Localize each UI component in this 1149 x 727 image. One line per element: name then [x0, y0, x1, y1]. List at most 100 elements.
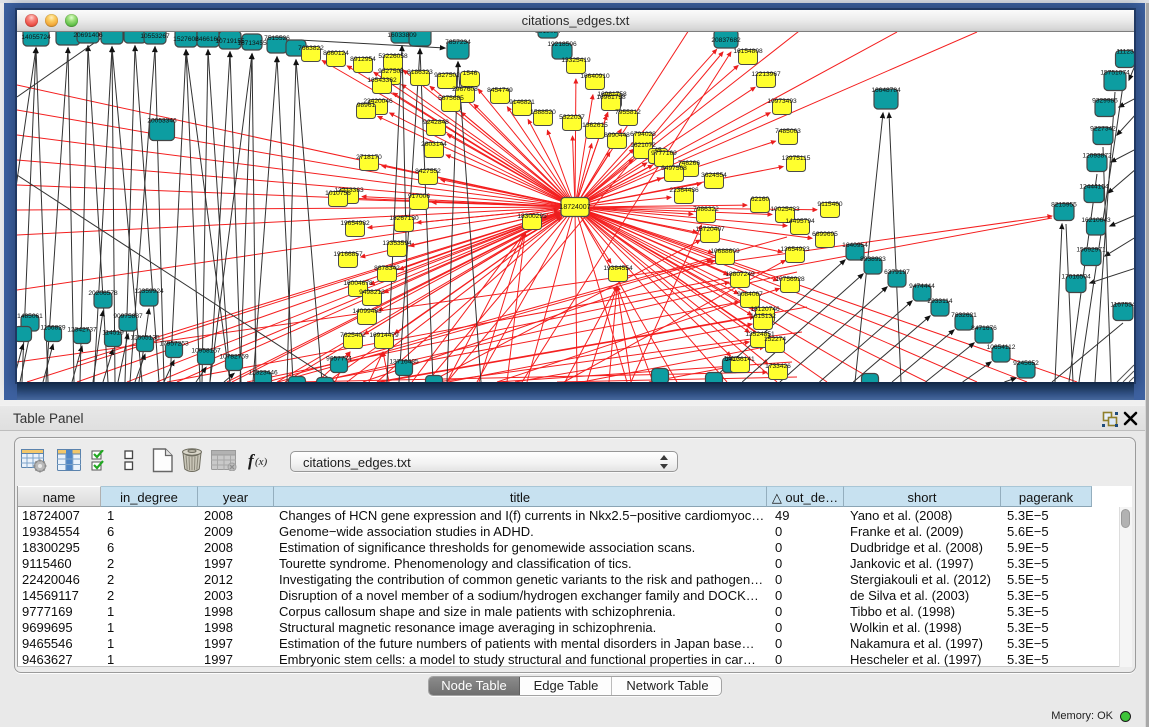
svg-text:19384554: 19384554 [603, 265, 633, 272]
svg-text:19166857: 19166857 [333, 251, 363, 258]
svg-text:53226058: 53226058 [378, 53, 408, 60]
svg-text:14495794: 14495794 [785, 218, 815, 225]
svg-text:5875685: 5875685 [438, 95, 464, 102]
svg-text:13716485: 13716485 [389, 359, 419, 366]
svg-text:10973493: 10973493 [767, 98, 797, 105]
svg-text:20837682: 20837682 [711, 37, 741, 44]
svg-text:114519: 114519 [102, 330, 124, 337]
svg-text:12359924: 12359924 [134, 288, 164, 295]
svg-text:13353594: 13353594 [382, 240, 412, 247]
svg-text:9327503: 9327503 [378, 68, 404, 75]
svg-text:1621072: 1621072 [630, 142, 656, 149]
svg-text:13325419: 13325419 [561, 57, 591, 64]
svg-text:18724007: 18724007 [559, 204, 590, 211]
svg-text:10688609: 10688609 [710, 248, 740, 255]
svg-text:7663822: 7663822 [298, 45, 324, 52]
svg-text:8990448: 8990448 [604, 132, 630, 139]
svg-text:20053346: 20053346 [147, 118, 177, 125]
svg-text:9084067: 9084067 [737, 291, 763, 298]
svg-text:9245652: 9245652 [1013, 360, 1039, 367]
svg-text:12093872: 12093872 [1082, 153, 1112, 160]
svg-text:16961758: 16961758 [596, 94, 626, 101]
svg-text:(x): (x) [255, 456, 268, 468]
svg-text:7625402: 7625402 [340, 332, 366, 339]
svg-text:16543362: 16543362 [367, 77, 397, 84]
svg-text:8938923: 8938923 [860, 256, 886, 263]
svg-text:9115460: 9115460 [817, 201, 843, 208]
svg-text:16713455: 16713455 [237, 40, 267, 47]
svg-text:1485061: 1485061 [17, 313, 43, 320]
svg-text:8471676: 8471676 [971, 325, 997, 332]
svg-text:16648784: 16648784 [871, 87, 901, 94]
svg-text:90975887: 90975887 [113, 313, 143, 320]
svg-text:917006: 917006 [408, 193, 430, 200]
svg-text:20691406: 20691406 [73, 32, 103, 39]
svg-text:16004678: 16004678 [343, 280, 373, 287]
svg-text:1615132: 1615132 [750, 313, 776, 320]
svg-text:6497568: 6497568 [661, 165, 687, 172]
svg-text:6899695: 6899695 [812, 231, 838, 238]
svg-text:19218506: 19218506 [547, 41, 577, 48]
svg-text:16914479: 16914479 [369, 332, 399, 339]
svg-text:16120746: 16120746 [750, 306, 780, 313]
svg-text:17957253: 17957253 [159, 341, 189, 348]
svg-text:18300295: 18300295 [517, 213, 547, 220]
svg-text:10782759: 10782759 [219, 354, 249, 361]
svg-text:1640954: 1640954 [842, 242, 868, 249]
svg-text:15720407: 15720407 [695, 226, 725, 233]
svg-text:13654923: 13654923 [780, 246, 810, 253]
svg-text:11123: 11123 [1116, 49, 1134, 56]
svg-text:8813054: 8813054 [535, 32, 561, 35]
svg-text:3624554: 3624554 [701, 172, 727, 179]
svg-text:14055724: 14055724 [21, 34, 51, 41]
svg-text:8878342: 8878342 [374, 265, 400, 272]
svg-text:7857234: 7857234 [445, 39, 471, 46]
svg-text:9777169: 9777169 [651, 150, 677, 157]
svg-text:16154808: 16154808 [733, 48, 763, 55]
svg-text:7515526: 7515526 [264, 35, 290, 42]
svg-text:10025433: 10025433 [770, 206, 800, 213]
svg-text:16033809: 16033809 [387, 32, 417, 39]
svg-text:9242848: 9242848 [423, 119, 449, 126]
svg-text:2718170: 2718170 [356, 154, 382, 161]
svg-text:12505135: 12505135 [130, 335, 160, 342]
svg-text:1588520: 1588520 [530, 109, 556, 116]
svg-text:18807249: 18807249 [725, 271, 755, 278]
svg-text:8454749: 8454749 [487, 87, 513, 94]
svg-text:2803144: 2803144 [421, 141, 447, 148]
svg-text:8912954: 8912954 [350, 56, 376, 63]
svg-text:152274: 152274 [764, 336, 786, 343]
svg-text:8215955: 8215955 [1051, 202, 1077, 209]
svg-text:16640910: 16640910 [580, 73, 610, 80]
svg-text:12342737: 12342737 [67, 327, 97, 334]
svg-text:9227342: 9227342 [1090, 126, 1116, 133]
svg-text:7955812: 7955812 [615, 109, 641, 116]
svg-text:6379197: 6379197 [884, 269, 910, 276]
svg-text:16210643: 16210643 [1081, 217, 1111, 224]
svg-text:98961: 98961 [357, 102, 376, 109]
svg-text:10654112: 10654112 [987, 344, 1016, 351]
svg-text:9327502: 9327502 [434, 72, 460, 79]
svg-text:10756928: 10756928 [775, 276, 805, 283]
svg-text:62160: 62160 [751, 196, 770, 203]
svg-text:14099483: 14099483 [352, 308, 382, 315]
svg-text:17016504: 17016504 [1061, 274, 1091, 281]
svg-text:9498212: 9498212 [359, 289, 385, 296]
svg-text:12213967: 12213967 [751, 71, 781, 78]
svg-text:5322037: 5322037 [559, 114, 585, 121]
svg-text:13975115: 13975115 [782, 155, 811, 162]
svg-text:9474444: 9474444 [909, 283, 935, 290]
svg-text:15751074: 15751074 [1100, 70, 1130, 77]
svg-text:2967608: 2967608 [452, 86, 478, 93]
svg-text:9657774: 9657774 [326, 356, 352, 363]
svg-text:14136141: 14136141 [725, 356, 755, 363]
svg-text:19654982: 19654982 [340, 220, 370, 227]
svg-text:7986322: 7986322 [693, 206, 719, 213]
svg-text:9329986: 9329986 [1092, 98, 1118, 105]
svg-text:7485063: 7485063 [775, 128, 801, 135]
svg-text:10553267: 10553267 [140, 33, 170, 40]
svg-text:12323446: 12323446 [248, 370, 278, 377]
svg-text:18267130: 18267130 [389, 215, 419, 222]
svg-text:8186323: 8186323 [407, 69, 433, 76]
svg-text:8427552: 8427552 [415, 168, 441, 175]
